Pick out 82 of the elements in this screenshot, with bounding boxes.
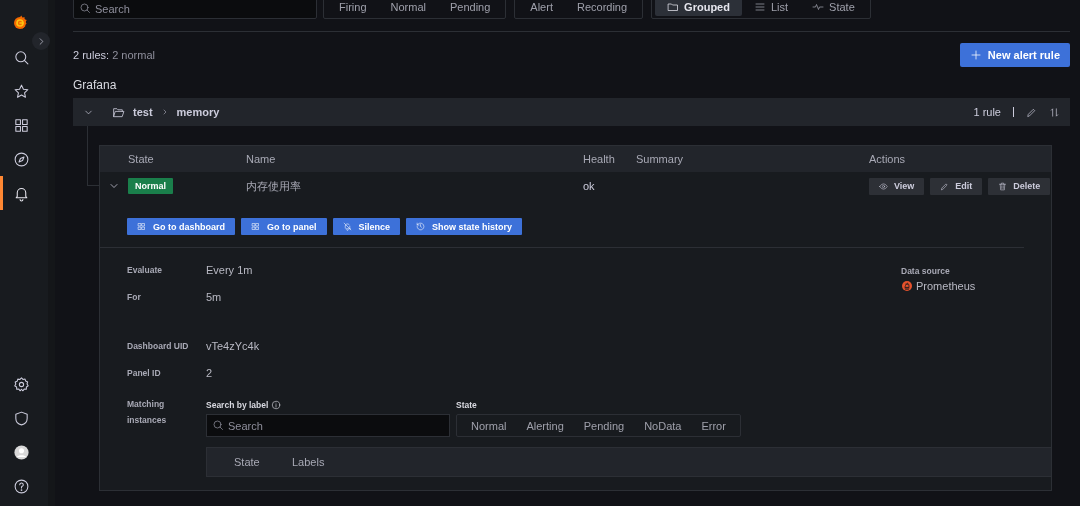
detail-label: Panel ID [127,367,162,378]
pulse-icon [812,1,825,13]
filter-option[interactable]: Alerting [516,416,574,435]
edit-group-button[interactable] [1026,106,1037,118]
search-icon [212,419,224,431]
detail-label: Evaluate [127,264,163,275]
column-header: State [128,153,155,165]
data-source-name: Prometheus [916,280,976,292]
search-field[interactable]: Search [206,414,450,437]
column-header: State [234,456,261,468]
column-header: Summary [636,153,685,165]
detail-value: 5m [206,290,222,303]
folder-icon [667,1,680,13]
view-mode-tab[interactable]: State [800,0,867,16]
field-label: Search by label [206,399,269,410]
column-header: Actions [869,153,907,165]
detail-label: For [127,291,142,302]
star-icon [13,82,30,100]
grid-icon [13,116,30,134]
filter-option[interactable]: Normal [461,416,517,435]
sort-icon [1049,106,1060,118]
folder-group-header[interactable]: test memory 1 rule [73,98,1070,126]
detail-value: 2 [206,366,213,379]
detail-value: vTe4zYc4k [206,339,260,352]
folder-name: test [133,106,153,118]
info-icon [271,399,282,410]
list-icon [753,1,766,13]
view-mode-tab[interactable]: Grouped [655,0,742,16]
field-label: State [456,398,478,411]
pencil-icon [1026,106,1037,118]
table-cell-text: 内存使用率 [246,178,302,194]
eye-icon [879,181,888,191]
filter-option[interactable]: Alert [518,0,565,16]
prometheus-logo-icon [901,280,913,292]
muted-bell-icon [342,222,352,231]
view-button[interactable]: View [869,177,925,195]
history-icon [416,222,426,231]
detail-value: Every 1m [206,263,253,276]
filter-option[interactable]: Pending [437,0,503,16]
go-to-panel-button[interactable]: Go to panel [241,218,327,235]
view-mode-tab[interactable]: List [741,0,801,16]
state-badge: Normal [128,178,173,194]
filter-option[interactable]: NoData [634,416,692,435]
pencil-icon [940,181,950,191]
reorder-button[interactable] [1049,106,1060,118]
search-icon [13,48,30,66]
filter-option[interactable]: Pending [573,416,635,435]
column-header: Labels [292,456,326,468]
shield-icon [13,409,30,427]
delete-button[interactable]: Delete [988,177,1051,195]
column-header: Health [583,153,616,165]
rule-count: 1 rule [973,106,1001,118]
grid-icon [251,222,260,231]
filter-option[interactable]: Recording [564,0,640,16]
open-folder-icon [112,105,125,119]
grid-icon [137,222,146,231]
detail-label: Matching instances [127,398,168,427]
filter-option[interactable]: Firing [327,0,379,16]
avatar-icon [13,443,30,461]
trash-icon [998,181,1008,191]
go-to-dashboard-button[interactable]: Go to dashboard [127,218,235,235]
gear-icon [13,375,30,393]
detail-label: Dashboard UID [127,340,190,351]
logo-icon [11,14,29,32]
compass-icon [13,150,30,168]
new-alert-rule-button[interactable]: New alert rule [959,43,1070,67]
expand-toggle-button[interactable] [32,32,50,50]
group-name: memory [176,106,220,118]
detail-label: Data source [901,266,951,276]
plus-icon [969,49,982,61]
column-header: Name [246,153,277,165]
section-title: Grafana [73,78,118,92]
filter-option[interactable]: Error [691,416,736,435]
search-field[interactable]: Search [73,0,317,19]
search-icon [79,2,91,14]
help-icon [13,477,30,495]
rules-summary: 2 rules: 2 normal [73,49,155,61]
filter-option[interactable]: Normal [378,0,438,16]
silence-button[interactable]: Silence [332,218,401,235]
edit-button[interactable]: Edit [930,177,983,195]
table-cell-text: ok [583,180,596,192]
state-history-button[interactable]: Show state history [406,218,523,235]
